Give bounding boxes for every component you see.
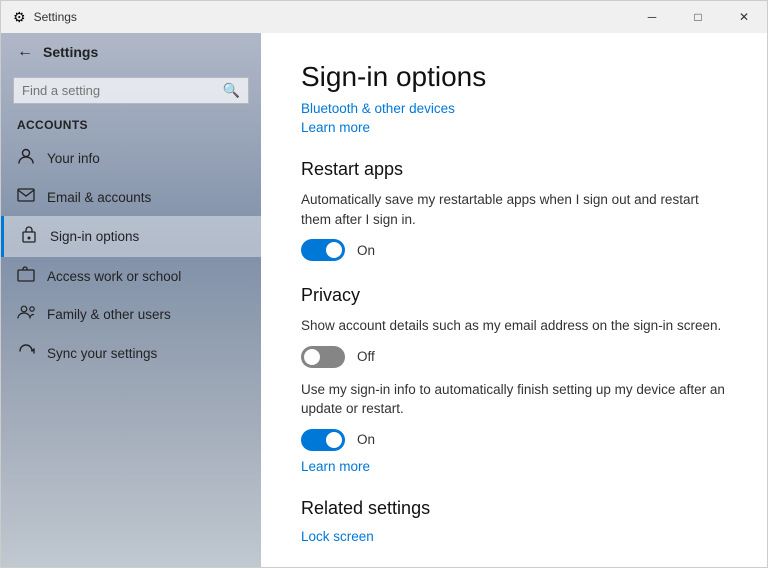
page-title: Sign-in options [301, 61, 727, 93]
access-work-icon [17, 266, 35, 287]
minimize-button[interactable]: ─ [629, 1, 675, 33]
sidebar: ← Settings 🔍 Accounts Your info [1, 33, 261, 567]
restart-apps-toggle[interactable] [301, 239, 345, 261]
related-settings-title: Related settings [301, 498, 727, 519]
sidebar-item-access-work[interactable]: Access work or school [1, 257, 261, 296]
privacy-toggle1-thumb [304, 349, 320, 365]
window-title: Settings [34, 10, 77, 24]
privacy-desc1: Show account details such as my email ad… [301, 316, 727, 336]
privacy-toggle1[interactable] [301, 346, 345, 368]
sign-in-options-label: Sign-in options [50, 229, 139, 244]
search-box[interactable]: 🔍 [13, 77, 249, 104]
family-users-icon [17, 305, 35, 324]
family-users-label: Family & other users [47, 307, 171, 322]
sign-in-icon [20, 225, 38, 248]
restart-apps-desc: Automatically save my restartable apps w… [301, 190, 727, 229]
email-accounts-label: Email & accounts [47, 190, 151, 205]
access-work-label: Access work or school [47, 269, 181, 284]
privacy-title: Privacy [301, 285, 727, 306]
privacy-learn-more-link[interactable]: Learn more [301, 459, 727, 474]
back-arrow-icon: ← [17, 43, 33, 61]
maximize-button[interactable]: □ [675, 1, 721, 33]
sync-icon [17, 342, 35, 365]
close-button[interactable]: ✕ [721, 1, 767, 33]
restart-apps-toggle-track[interactable] [301, 239, 345, 261]
settings-window: ⚙ Settings ─ □ ✕ ← Settings 🔍 Accounts [0, 0, 768, 568]
privacy-toggle2-row: On [301, 429, 727, 451]
your-info-icon [17, 147, 35, 170]
sidebar-back-button[interactable]: ← Settings [1, 33, 261, 71]
privacy-toggle1-track[interactable] [301, 346, 345, 368]
sidebar-item-your-info[interactable]: Your info [1, 138, 261, 179]
bluetooth-devices-link[interactable]: Bluetooth & other devices [301, 101, 727, 116]
sidebar-title: Settings [43, 44, 98, 60]
privacy-toggle2[interactable] [301, 429, 345, 451]
top-learn-more-link[interactable]: Learn more [301, 120, 727, 135]
sidebar-item-family-users[interactable]: Family & other users [1, 296, 261, 333]
title-bar: ⚙ Settings ─ □ ✕ [1, 1, 767, 33]
main-content: Sign-in options Bluetooth & other device… [261, 33, 767, 567]
restart-apps-title: Restart apps [301, 159, 727, 180]
privacy-desc2: Use my sign-in info to automatically fin… [301, 380, 727, 419]
restart-apps-toggle-row: On [301, 239, 727, 261]
privacy-toggle1-row: Off [301, 346, 727, 368]
sidebar-section-label: Accounts [1, 114, 261, 138]
title-bar-left: ⚙ Settings [13, 9, 77, 26]
email-icon [17, 188, 35, 207]
app-body: ← Settings 🔍 Accounts Your info [1, 33, 767, 567]
restart-apps-toggle-thumb [326, 242, 342, 258]
settings-icon: ⚙ [13, 9, 26, 26]
privacy-toggle2-thumb [326, 432, 342, 448]
related-settings-section: Related settings Lock screen [301, 498, 727, 544]
privacy-section: Privacy Show account details such as my … [301, 285, 727, 474]
sync-settings-label: Sync your settings [47, 346, 157, 361]
restart-apps-toggle-label: On [357, 243, 375, 258]
sidebar-item-sync-settings[interactable]: Sync your settings [1, 333, 261, 374]
search-input[interactable] [22, 83, 223, 98]
lock-screen-link[interactable]: Lock screen [301, 529, 727, 544]
sidebar-item-email-accounts[interactable]: Email & accounts [1, 179, 261, 216]
window-controls: ─ □ ✕ [629, 1, 767, 33]
search-icon: 🔍 [223, 82, 240, 99]
privacy-toggle2-label: On [357, 432, 375, 447]
privacy-toggle2-track[interactable] [301, 429, 345, 451]
sidebar-item-sign-in-options[interactable]: Sign-in options [1, 216, 261, 257]
restart-apps-section: Restart apps Automatically save my resta… [301, 159, 727, 261]
privacy-toggle1-label: Off [357, 349, 375, 364]
your-info-label: Your info [47, 151, 100, 166]
